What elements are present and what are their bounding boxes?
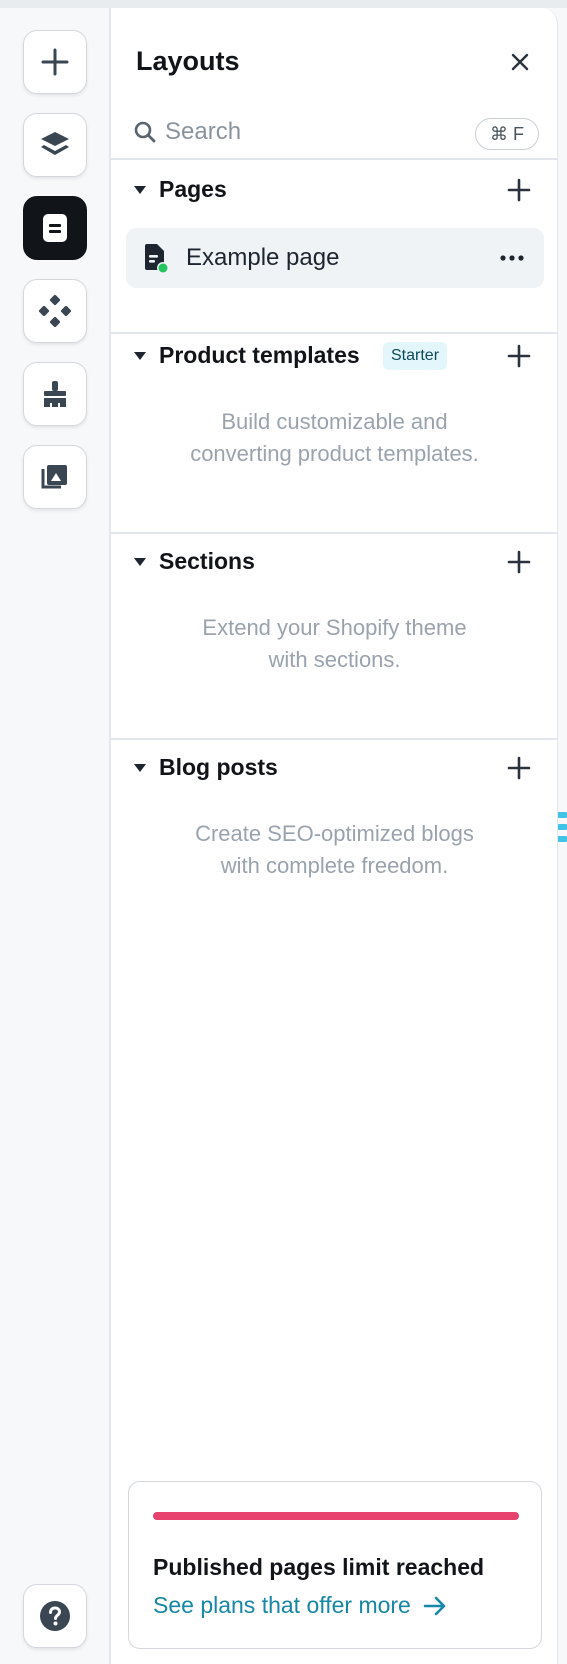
close-icon — [511, 53, 529, 71]
paintbrush-icon — [44, 381, 66, 407]
empty-state-text: Extend your Shopify theme with sections. — [141, 612, 528, 676]
empty-line: with sections. — [268, 647, 401, 672]
blog-posts-section-header[interactable]: Blog posts — [111, 740, 558, 796]
layers-button[interactable] — [23, 113, 87, 177]
empty-line: Extend your Shopify theme — [202, 615, 467, 640]
add-blog-post-button[interactable] — [505, 754, 533, 782]
list-item[interactable]: Example page — [126, 228, 544, 288]
plan-badge: Starter — [383, 342, 448, 370]
help-button[interactable] — [23, 1584, 87, 1648]
page-options-button[interactable] — [496, 246, 528, 270]
limit-title: Published pages limit reached — [153, 1554, 485, 1580]
canvas-drag-handle[interactable] — [558, 812, 567, 852]
collapse-caret-icon — [134, 764, 146, 772]
close-button[interactable] — [502, 44, 538, 80]
add-element-button[interactable] — [23, 30, 87, 94]
layers-icon — [41, 132, 69, 155]
media-icon — [41, 465, 67, 489]
panel-title: Layouts — [136, 46, 240, 76]
app: Layouts ⌘ F Pages — [0, 0, 567, 1664]
top-strip — [0, 0, 567, 8]
plus-icon — [507, 550, 531, 574]
limit-progress-fill — [153, 1512, 519, 1520]
empty-line: Create SEO-optimized blogs — [195, 821, 474, 846]
more-horizontal-icon — [500, 255, 524, 261]
search-icon — [134, 121, 156, 143]
help-circle-icon — [40, 1601, 70, 1631]
empty-state-text: Create SEO-optimized blogs with complete… — [141, 818, 528, 882]
collapse-caret-icon — [134, 558, 146, 566]
collapse-caret-icon — [134, 186, 146, 194]
styles-button[interactable] — [23, 362, 87, 426]
add-product-template-button[interactable] — [505, 342, 533, 370]
pages-button[interactable] — [23, 196, 87, 260]
see-plans-label: See plans that offer more — [153, 1592, 411, 1618]
pages-section-header[interactable]: Pages — [111, 162, 558, 218]
add-section-button[interactable] — [505, 548, 533, 576]
layouts-panel: Layouts ⌘ F Pages — [111, 8, 558, 1664]
empty-line: with complete freedom. — [220, 853, 449, 878]
sections-section-header[interactable]: Sections — [111, 534, 558, 590]
empty-state-text: Build customizable and converting produc… — [141, 406, 528, 470]
plus-icon — [507, 344, 531, 368]
panel-header: Layouts — [111, 8, 558, 108]
page-icon — [43, 214, 67, 242]
left-rail — [0, 8, 111, 1664]
search-bar: ⌘ F — [111, 108, 558, 160]
search-shortcut: ⌘ F — [475, 118, 539, 150]
components-button[interactable] — [23, 279, 87, 343]
collapse-caret-icon — [134, 352, 146, 360]
see-plans-link[interactable]: See plans that offer more — [153, 1592, 447, 1619]
empty-line: converting product templates. — [190, 441, 479, 466]
section-title: Pages — [159, 176, 227, 202]
search-input[interactable] — [165, 114, 425, 150]
plus-icon — [41, 48, 69, 76]
product-templates-section-header[interactable]: Product templates Starter — [111, 328, 558, 384]
add-page-button[interactable] — [505, 176, 533, 204]
published-status-dot — [158, 263, 168, 273]
components-icon — [38, 294, 72, 328]
arrow-right-icon — [423, 1596, 446, 1615]
pages-limit-card: Published pages limit reached See plans … — [128, 1481, 542, 1649]
empty-line: Build customizable and — [221, 409, 448, 434]
section-title: Blog posts — [159, 754, 278, 780]
limit-progress-bar — [153, 1512, 519, 1520]
page-file-icon — [145, 244, 169, 274]
section-title: Product templates — [159, 342, 360, 368]
page-label: Example page — [186, 244, 340, 271]
section-title: Sections — [159, 548, 255, 574]
plus-icon — [507, 756, 531, 780]
pages-section: Pages Example page — [111, 162, 558, 334]
sections-section: Sections Extend your Shopify theme with … — [111, 534, 558, 740]
plus-icon — [507, 178, 531, 202]
product-templates-section: Product templates Starter Build customiz… — [111, 328, 558, 534]
media-button[interactable] — [23, 445, 87, 509]
blog-posts-section: Blog posts Create SEO-optimized blogs wi… — [111, 740, 558, 920]
